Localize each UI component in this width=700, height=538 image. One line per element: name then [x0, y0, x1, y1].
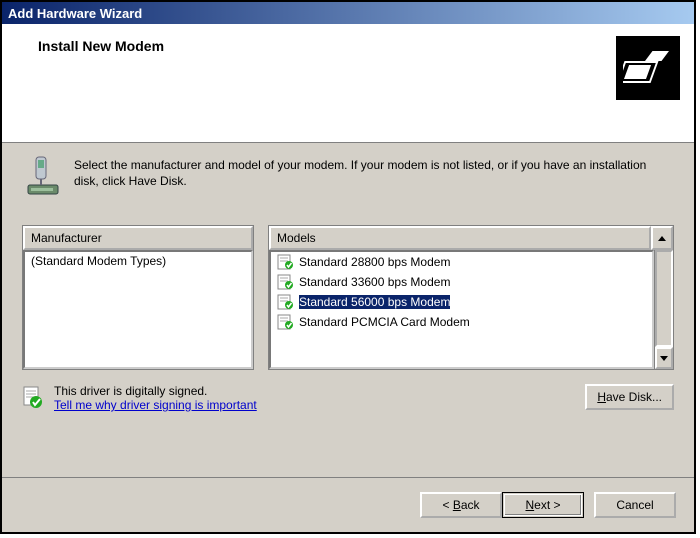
lists-row: Manufacturer (Standard Modem Types) Mode…: [22, 225, 674, 370]
models-item[interactable]: Standard PCMCIA Card Modem: [271, 312, 652, 332]
wizard-body: Select the manufacturer and model of you…: [2, 143, 694, 477]
modem-icon: [22, 155, 62, 197]
models-panel: Models Standard 28800 bps ModemStandard …: [268, 225, 674, 370]
models-item[interactable]: Standard 28800 bps Modem: [271, 252, 652, 272]
titlebar[interactable]: Add Hardware Wizard: [2, 2, 694, 24]
wizard-footer: < Back Next > Cancel: [2, 477, 694, 532]
models-scrollbar[interactable]: [654, 250, 673, 369]
back-button[interactable]: < Back: [420, 492, 502, 518]
manufacturer-header[interactable]: Manufacturer: [23, 226, 253, 250]
next-button[interactable]: Next >: [502, 492, 584, 518]
models-item-label: Standard 56000 bps Modem: [299, 295, 450, 309]
hardware-icon: [616, 36, 680, 100]
models-item[interactable]: Standard 33600 bps Modem: [271, 272, 652, 292]
scroll-down-button[interactable]: [655, 347, 673, 369]
models-item-label: Standard 28800 bps Modem: [299, 255, 450, 269]
page-title: Install New Modem: [38, 38, 674, 54]
wizard-window: Add Hardware Wizard Install New Modem: [0, 0, 696, 534]
signed-driver-icon: [277, 254, 295, 270]
instruction-row: Select the manufacturer and model of you…: [22, 155, 674, 197]
scrollbar-track[interactable]: [655, 250, 673, 347]
signed-driver-icon: [277, 274, 295, 290]
models-header[interactable]: Models: [269, 226, 651, 250]
signing-row: This driver is digitally signed. Tell me…: [22, 384, 674, 412]
signed-driver-icon: [277, 314, 295, 330]
signing-status: This driver is digitally signed.: [54, 384, 257, 398]
have-disk-button[interactable]: Have Disk...: [585, 384, 674, 410]
signed-icon: [22, 384, 44, 412]
window-title: Add Hardware Wizard: [8, 6, 142, 21]
models-item-label: Standard 33600 bps Modem: [299, 275, 450, 289]
wizard-header: Install New Modem: [2, 24, 694, 143]
scroll-up-button[interactable]: [651, 226, 673, 250]
signed-driver-icon: [277, 294, 295, 310]
models-list[interactable]: Standard 28800 bps Modem Standard 33600 b…: [269, 250, 654, 369]
signing-info: This driver is digitally signed. Tell me…: [22, 384, 257, 412]
manufacturer-panel: Manufacturer (Standard Modem Types): [22, 225, 254, 370]
manufacturer-item[interactable]: (Standard Modem Types): [25, 252, 251, 270]
models-item-label: Standard PCMCIA Card Modem: [299, 315, 470, 329]
models-item[interactable]: Standard 56000 bps Modem: [271, 292, 652, 312]
manufacturer-list[interactable]: (Standard Modem Types): [23, 250, 253, 369]
instruction-text: Select the manufacturer and model of you…: [74, 155, 674, 197]
cancel-button[interactable]: Cancel: [594, 492, 676, 518]
signing-link[interactable]: Tell me why driver signing is important: [54, 398, 257, 412]
